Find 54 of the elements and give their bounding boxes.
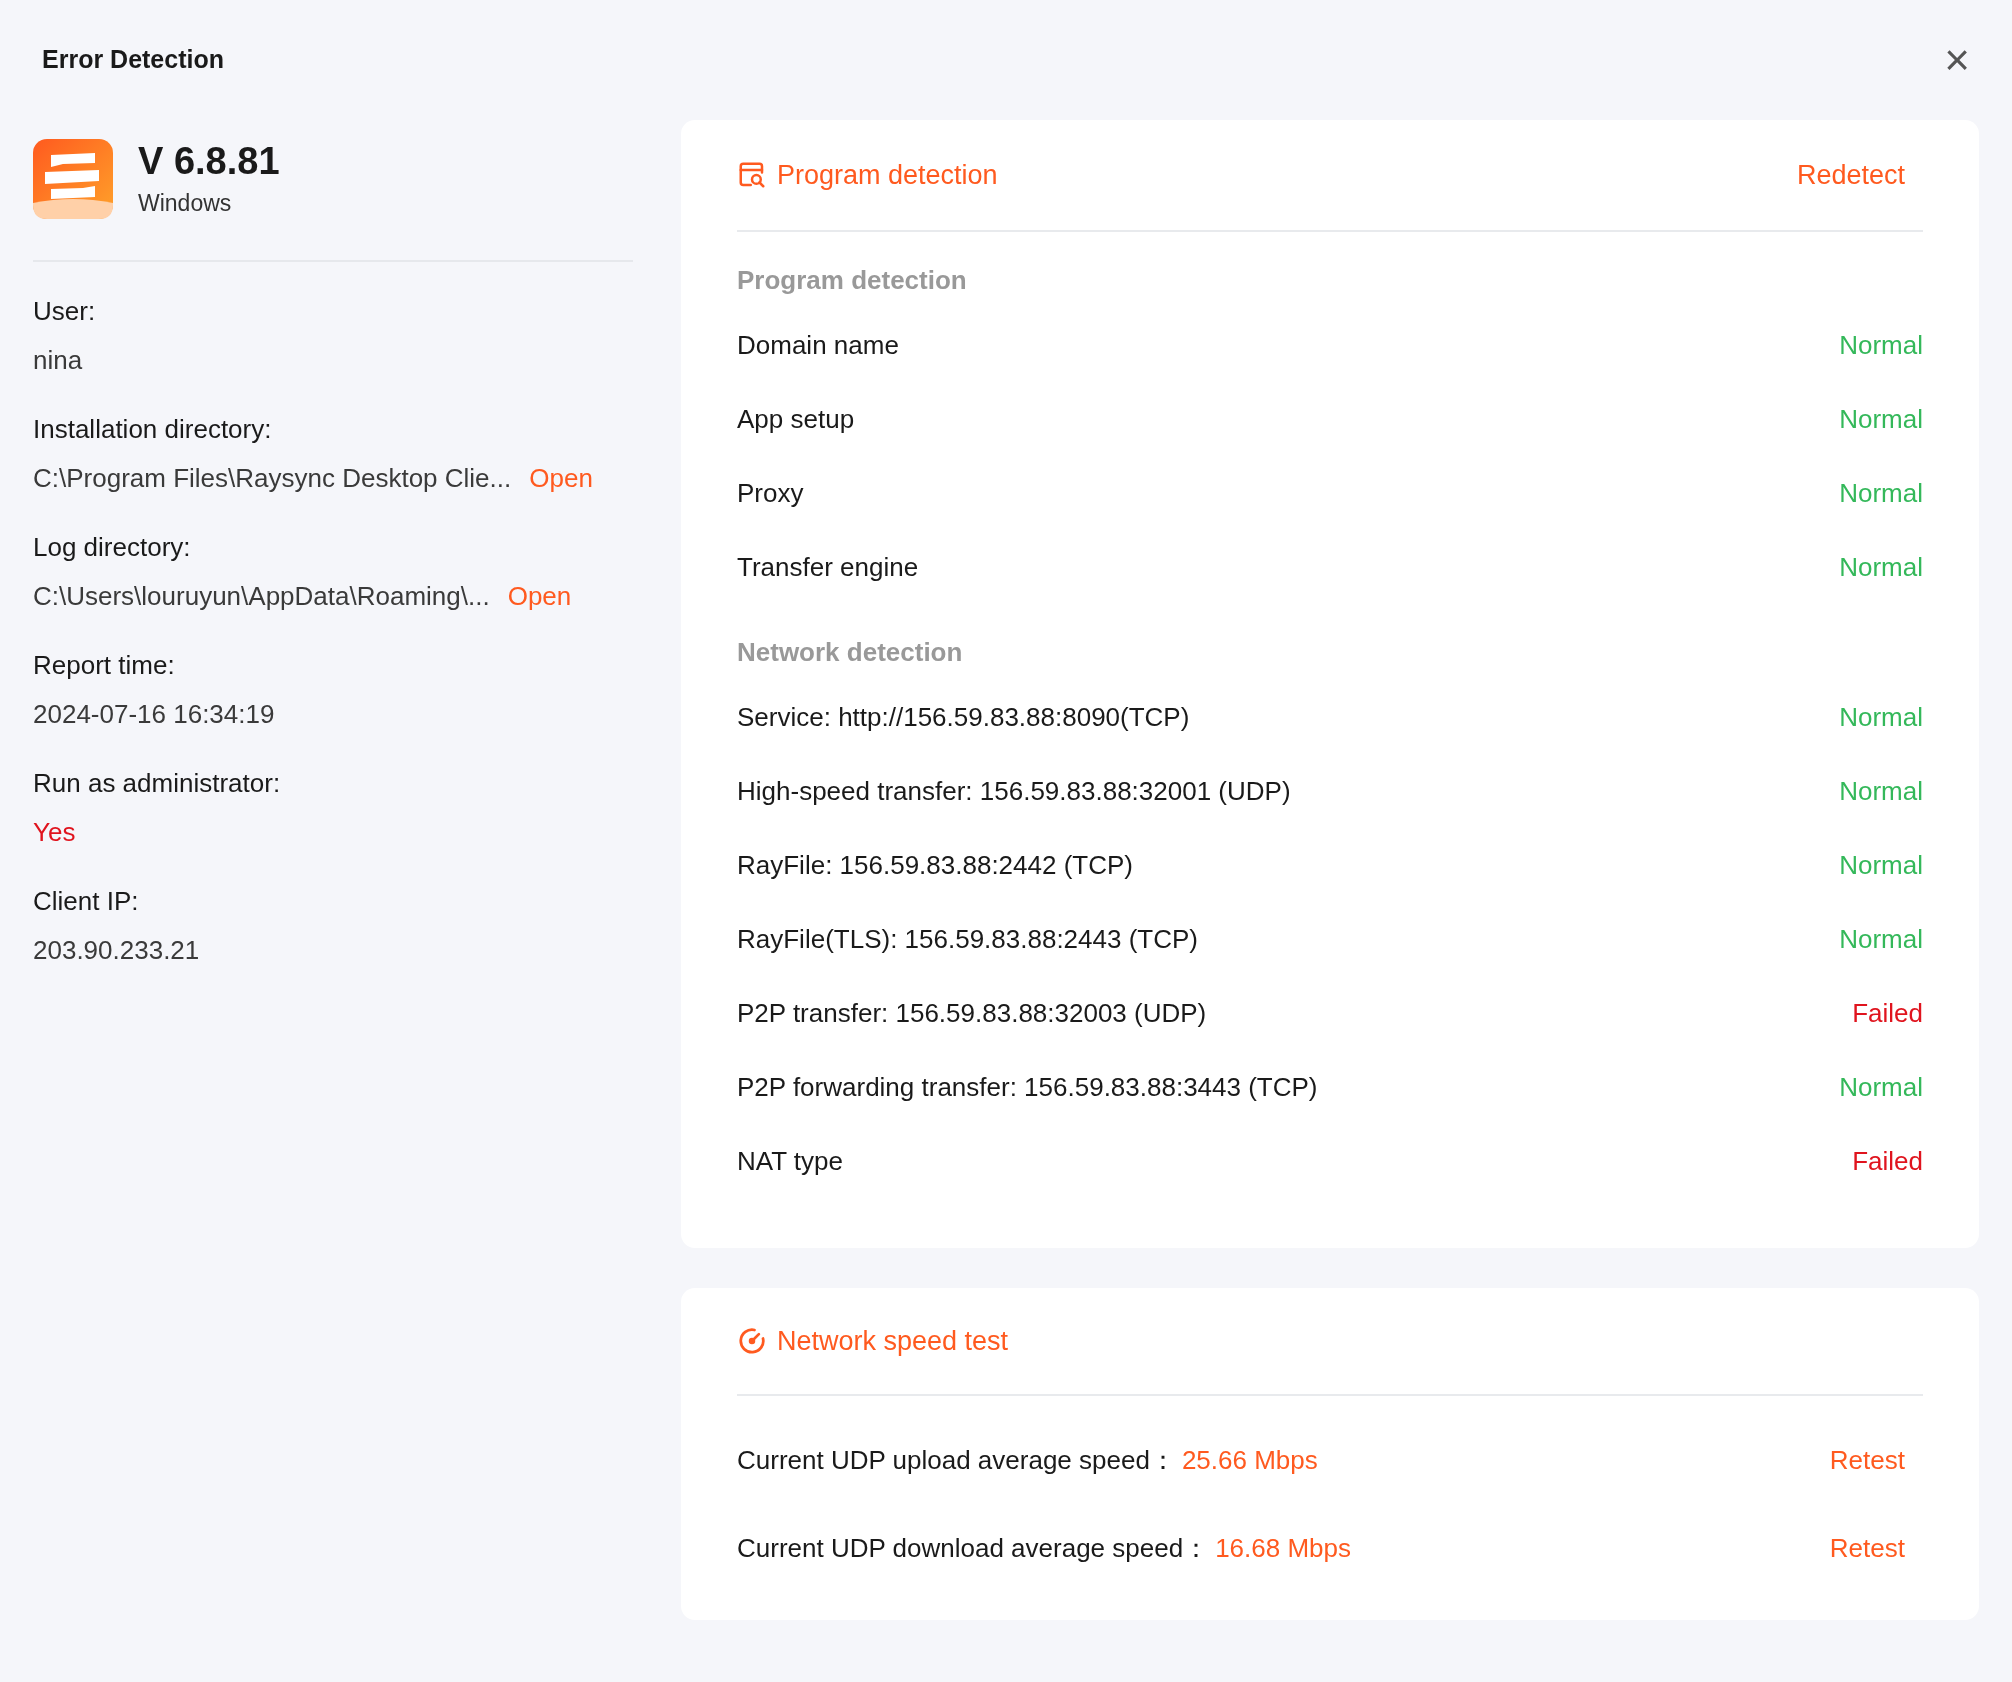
check-label: P2P forwarding transfer: 156.59.83.88:3443 (TCP)	[737, 1070, 1318, 1104]
retest-button[interactable]: Retest	[1829, 1528, 1905, 1568]
window-title: Error Detection	[42, 44, 224, 76]
speed-label: Current UDP upload average speed：	[737, 1443, 1176, 1477]
check-result: Normal	[1839, 922, 1923, 956]
check-result: Failed	[1852, 996, 1923, 1030]
directory-path: C:\Program Files\Raysync Desktop Clie...	[33, 462, 512, 495]
info-label: Report time:	[33, 649, 176, 682]
check-label: RayFile: 156.59.83.88:2442 (TCP)	[737, 848, 1133, 882]
redetect-button[interactable]: Redetect	[1796, 154, 1905, 196]
check-result: Normal	[1839, 848, 1923, 882]
info-label: User:	[33, 295, 97, 328]
open-link[interactable]: Open	[529, 459, 593, 498]
section-heading: Program detection	[737, 264, 968, 297]
info-value: 2024-07-16 16:34:19	[33, 698, 275, 731]
check-result: Normal	[1839, 550, 1923, 584]
speed-value: 16.68 Mbps	[1215, 1531, 1351, 1565]
version-number: V 6.8.81	[138, 139, 280, 184]
info-label: Run as administrator:	[33, 767, 282, 800]
info-label: Client IP:	[33, 885, 140, 918]
card-title: Network speed test	[777, 1324, 1009, 1358]
check-label: App setup	[737, 402, 855, 436]
speed-label: Current UDP download average speed：	[737, 1531, 1210, 1565]
check-label: NAT type	[737, 1144, 843, 1178]
info-label: Log directory:	[33, 531, 192, 564]
check-result: Normal	[1839, 774, 1923, 808]
speed-value: 25.66 Mbps	[1181, 1443, 1318, 1477]
check-result: Failed	[1852, 1144, 1923, 1178]
check-label: Transfer engine	[737, 550, 919, 584]
info-label: Installation directory:	[33, 413, 273, 446]
app-logo-icon	[33, 139, 113, 219]
check-label: P2P transfer: 156.59.83.88:32003 (UDP)	[737, 996, 1207, 1030]
check-result: Normal	[1839, 402, 1923, 436]
check-label: High-speed transfer: 156.59.83.88:32001 (UDP)	[737, 774, 1291, 808]
check-result: Normal	[1839, 328, 1923, 362]
info-value: nina	[33, 344, 83, 377]
check-label: Domain name	[737, 328, 899, 362]
check-result: Normal	[1839, 476, 1923, 510]
platform-label: Windows	[138, 188, 233, 218]
check-label: Proxy	[737, 476, 804, 510]
close-button[interactable]: ×	[1944, 38, 1970, 82]
retest-button[interactable]: Retest	[1829, 1440, 1905, 1480]
open-link[interactable]: Open	[507, 577, 572, 616]
check-result: Normal	[1839, 700, 1923, 734]
check-label: Service: http://156.59.83.88:8090(TCP)	[737, 700, 1190, 734]
card-title: Program detection	[777, 158, 998, 192]
info-value: 203.90.233.21	[33, 934, 200, 967]
section-heading: Network detection	[737, 636, 964, 669]
directory-path: C:\Users\louruyun\AppData\Roaming\...	[33, 580, 490, 613]
check-label: RayFile(TLS): 156.59.83.88:2443 (TCP)	[737, 922, 1198, 956]
window-search-icon	[737, 160, 767, 190]
info-value: Yes	[33, 816, 76, 849]
check-result: Normal	[1839, 1070, 1923, 1104]
gauge-icon	[737, 1326, 767, 1356]
